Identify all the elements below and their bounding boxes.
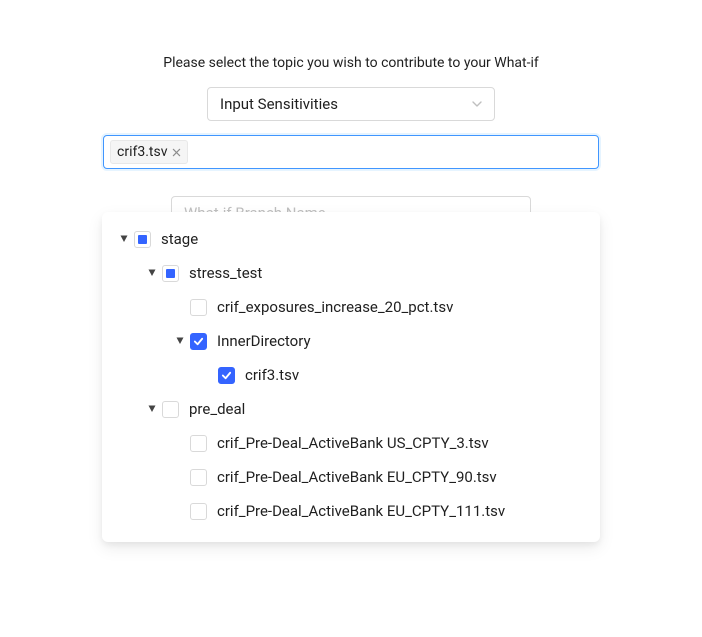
instruction-text: Please select the topic you wish to cont… [163,55,539,71]
tree-node[interactable]: stress_test [108,256,594,290]
tree-node[interactable]: stage [108,222,594,256]
close-icon[interactable] [172,148,181,157]
tree-node[interactable]: crif_exposures_increase_20_pct.tsv [108,290,594,324]
tree-node[interactable]: InnerDirectory [108,324,594,358]
tree-node-label[interactable]: stage [161,230,198,248]
tree-node-label[interactable]: crif_exposures_increase_20_pct.tsv [217,298,453,316]
tree-checkbox[interactable] [162,401,179,418]
caret-down-icon[interactable] [172,333,188,349]
tree-checkbox[interactable] [134,231,151,248]
caret-down-icon[interactable] [144,265,160,281]
file-tree-dropdown: stage stress_test crif_exposures_increase_… [102,212,600,542]
chevron-down-icon [472,99,482,109]
topic-select-value: Input Sensitivities [220,95,472,113]
selected-file-tag-label: crif3.tsv [117,144,168,160]
tree-node-label[interactable]: crif_Pre-Deal_ActiveBank EU_CPTY_90.tsv [217,468,497,486]
caret-down-icon[interactable] [116,231,132,247]
selected-file-tag[interactable]: crif3.tsv [110,140,188,164]
tree-node[interactable]: crif_Pre-Deal_ActiveBank US_CPTY_3.tsv [108,426,594,460]
tree-node[interactable]: pre_deal [108,392,594,426]
tree-checkbox[interactable] [162,265,179,282]
tree-node[interactable]: crif_Pre-Deal_ActiveBank EU_CPTY_111.tsv [108,494,594,528]
file-tag-input[interactable]: crif3.tsv [103,135,599,169]
tree-node-label[interactable]: crif3.tsv [245,366,299,384]
tree-node-label[interactable]: stress_test [189,264,262,282]
tree-checkbox[interactable] [218,367,235,384]
caret-down-icon[interactable] [144,401,160,417]
tree-node-label[interactable]: InnerDirectory [217,332,311,350]
tree-node-label[interactable]: crif_Pre-Deal_ActiveBank EU_CPTY_111.tsv [217,502,505,520]
tree-checkbox[interactable] [190,503,207,520]
tree-node[interactable]: crif3.tsv [108,358,594,392]
tree-checkbox[interactable] [190,435,207,452]
tree-node-label[interactable]: crif_Pre-Deal_ActiveBank US_CPTY_3.tsv [217,434,489,452]
tree-checkbox[interactable] [190,469,207,486]
tree-checkbox[interactable] [190,299,207,316]
tree-node[interactable]: crif_Pre-Deal_ActiveBank EU_CPTY_90.tsv [108,460,594,494]
tree-checkbox[interactable] [190,333,207,350]
tree-node-label[interactable]: pre_deal [189,400,245,418]
topic-select[interactable]: Input Sensitivities [207,87,495,121]
